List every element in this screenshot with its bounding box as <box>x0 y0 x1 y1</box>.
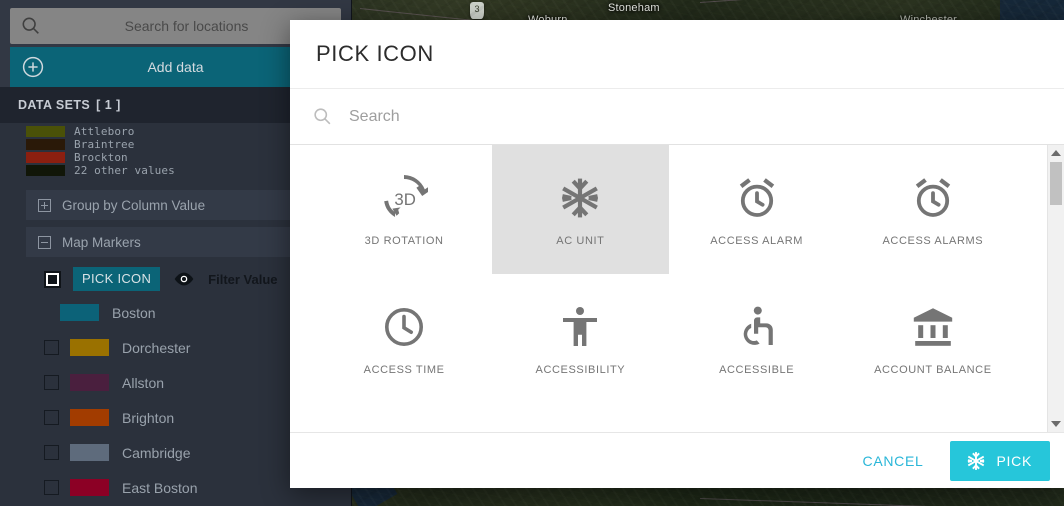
icon-label: ACCESSIBILITY <box>535 364 626 376</box>
dialog-title: PICK ICON <box>316 41 434 66</box>
marker-label: East Boston <box>122 479 198 496</box>
icon-grid-scrollbar[interactable] <box>1047 145 1064 432</box>
svg-text:3D: 3D <box>395 190 416 209</box>
marker-checkbox[interactable] <box>44 375 59 390</box>
plus-circle-icon <box>10 55 56 79</box>
marker-label: Allston <box>122 374 165 391</box>
access-alarms-icon <box>909 171 957 225</box>
collapse-minus-icon <box>38 235 51 249</box>
icon-label: ACCESS TIME <box>363 364 445 376</box>
account-balance-icon <box>909 300 957 354</box>
pick-button[interactable]: PICK <box>949 440 1050 481</box>
icon-label: ACCESS ALARMS <box>882 235 984 247</box>
cancel-button[interactable]: CANCEL <box>853 445 934 477</box>
legend-label: Attleboro <box>74 125 135 138</box>
icon-tile-account-circle[interactable] <box>669 403 845 432</box>
access-alarm-icon <box>733 171 781 225</box>
legend-label: Brockton <box>74 151 128 164</box>
map-markers-label: Map Markers <box>62 234 141 250</box>
marker-checkbox[interactable] <box>44 410 59 425</box>
scroll-down-icon[interactable] <box>1051 421 1061 427</box>
account-balance-wallet-icon <box>380 429 428 432</box>
icon-tile-adb[interactable] <box>845 403 1021 432</box>
marker-color-swatch <box>60 304 99 321</box>
map-road <box>699 498 1020 506</box>
icon-label: ACCOUNT BALANCE <box>874 364 992 376</box>
datasets-title: DATA SETS <box>18 98 91 112</box>
3d-rotation-icon: 3D <box>380 171 429 225</box>
icon-tile-account-balance-wallet[interactable] <box>316 403 492 432</box>
search-input[interactable] <box>349 107 749 126</box>
scroll-up-icon[interactable] <box>1051 150 1061 156</box>
ac-unit-icon <box>965 450 987 472</box>
marker-checkbox[interactable] <box>44 445 59 460</box>
map-label: Stoneham <box>608 2 660 14</box>
filter-value-label: Filter Value <box>208 271 278 287</box>
icon-tile-access-alarm[interactable]: ACCESS ALARM <box>669 145 845 274</box>
icon-tile-account-box[interactable] <box>492 403 668 432</box>
marker-color-swatch <box>70 444 109 461</box>
marker-checkbox[interactable] <box>44 480 59 495</box>
icon-tile-accessible[interactable]: ACCESSIBLE <box>669 274 845 403</box>
legend-swatch <box>26 152 65 163</box>
eye-icon[interactable] <box>173 271 195 287</box>
search-icon <box>312 106 333 127</box>
map-road <box>699 0 1000 3</box>
dialog-footer: CANCEL PICK <box>290 432 1064 488</box>
adb-icon <box>909 429 957 432</box>
marker-checkbox[interactable] <box>44 340 59 355</box>
legend-label: Braintree <box>74 138 135 151</box>
icon-tile-ac-unit[interactable]: AC UNIT <box>492 145 669 274</box>
account-circle-icon <box>733 429 781 432</box>
expand-plus-icon <box>38 198 51 212</box>
location-search-placeholder: Search for locations <box>124 18 249 34</box>
ac-unit-icon <box>556 171 604 225</box>
marker-color-swatch <box>70 409 109 426</box>
marker-color-swatch <box>70 339 109 356</box>
search-icon <box>20 15 42 37</box>
marker-label: Brighton <box>122 409 175 426</box>
group-by-column-value-label: Group by Column Value <box>62 197 206 213</box>
legend-label: 22 other values <box>74 164 175 177</box>
scrollbar-thumb[interactable] <box>1050 162 1062 205</box>
marker-label: Boston <box>112 304 156 321</box>
marker-enabled-checkbox[interactable] <box>44 270 61 288</box>
icon-grid: 3D 3D ROTATION AC UNIT ACCESS ALARM ACCE… <box>290 145 1047 432</box>
app-root: Stoneham Woburn Winchester 3 Search for … <box>0 0 1064 506</box>
icon-label: 3D ROTATION <box>364 235 444 247</box>
accessible-icon <box>733 300 781 354</box>
icon-tile-3d-rotation[interactable]: 3D 3D ROTATION <box>316 145 492 274</box>
icon-label: ACCESSIBLE <box>719 364 795 376</box>
icon-tile-account-balance[interactable]: ACCOUNT BALANCE <box>845 274 1021 403</box>
icon-tile-accessibility[interactable]: ACCESSIBILITY <box>492 274 668 403</box>
icon-label: ACCESS ALARM <box>710 235 804 247</box>
icon-tile-access-alarms[interactable]: ACCESS ALARMS <box>845 145 1021 274</box>
access-time-icon <box>380 300 428 354</box>
account-box-icon <box>556 429 604 432</box>
accessibility-icon <box>556 300 604 354</box>
legend-swatch <box>26 139 65 150</box>
icon-tile-access-time[interactable]: ACCESS TIME <box>316 274 492 403</box>
marker-label: Dorchester <box>122 339 191 356</box>
marker-color-swatch <box>70 374 109 391</box>
icon-label: AC UNIT <box>556 235 605 247</box>
icon-search-row[interactable] <box>290 88 1064 145</box>
pick-icon-dialog: PICK ICON 3D <box>290 20 1064 488</box>
map-marker[interactable]: 3 <box>470 2 484 19</box>
pick-button-label: PICK <box>996 452 1032 469</box>
legend-swatch <box>26 126 65 137</box>
datasets-count: [ 1 ] <box>96 98 121 112</box>
legend-swatch <box>26 165 65 176</box>
icon-grid-viewport: 3D 3D ROTATION AC UNIT ACCESS ALARM ACCE… <box>290 145 1047 432</box>
marker-color-swatch <box>70 479 109 496</box>
pick-icon-button[interactable]: PICK ICON <box>73 267 161 291</box>
icon-grid-body: 3D 3D ROTATION AC UNIT ACCESS ALARM ACCE… <box>290 145 1064 432</box>
marker-label: Cambridge <box>122 444 191 461</box>
